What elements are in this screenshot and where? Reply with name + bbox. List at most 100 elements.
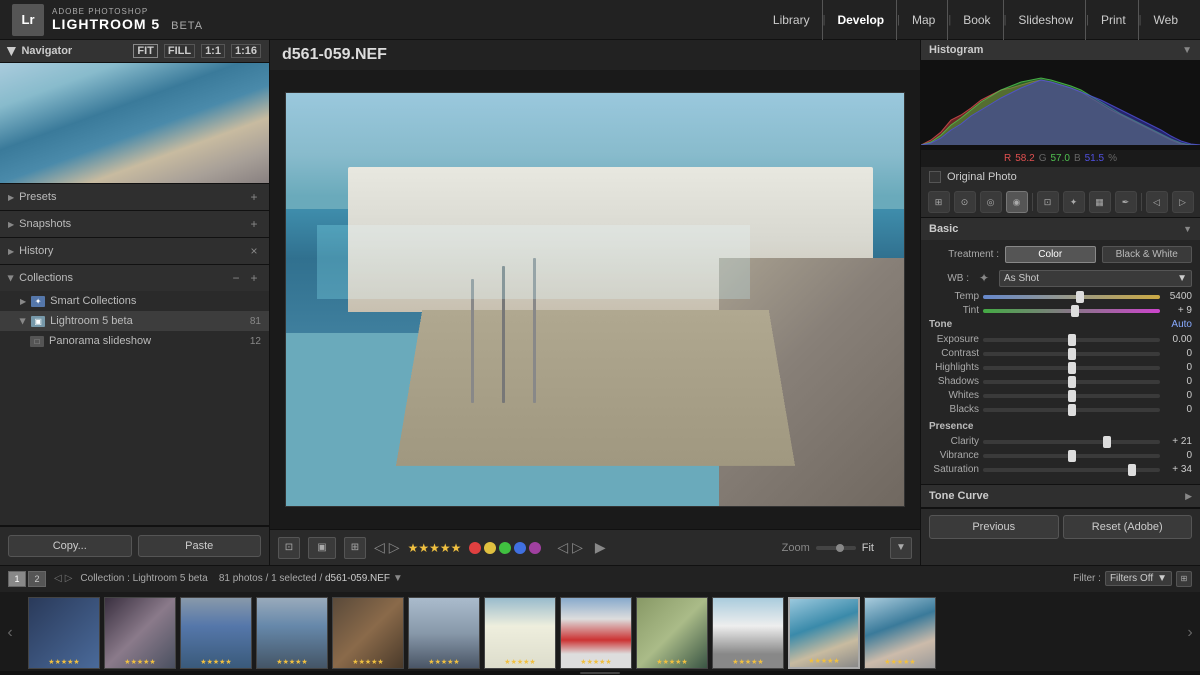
film-thumb-2[interactable]: ★★★★★ bbox=[104, 597, 176, 669]
grid-tool-btn[interactable]: ⊞ bbox=[928, 191, 950, 213]
temp-slider[interactable] bbox=[983, 295, 1160, 299]
page-2-btn[interactable]: 2 bbox=[28, 571, 46, 587]
heal-btn[interactable]: ✦ bbox=[1063, 191, 1085, 213]
tint-slider[interactable] bbox=[983, 309, 1160, 313]
filter-expand-btn[interactable]: ⊞ bbox=[1176, 571, 1192, 587]
view-mode-btn[interactable]: ▣ bbox=[308, 537, 336, 559]
history-close-btn[interactable]: × bbox=[247, 244, 261, 258]
zoom-handle[interactable] bbox=[836, 544, 844, 552]
nav-1-16-btn[interactable]: 1:16 bbox=[231, 44, 261, 58]
snapshots-add-btn[interactable]: + bbox=[247, 217, 261, 231]
develop-btn[interactable]: ◉ bbox=[1006, 191, 1028, 213]
loupe-tool-btn[interactable]: ⊙ bbox=[954, 191, 976, 213]
saturation-slider[interactable] bbox=[983, 468, 1160, 472]
nav-map[interactable]: Map bbox=[900, 0, 948, 40]
play-slideshow-btn[interactable]: ▶ bbox=[595, 539, 606, 556]
crop-tool-btn[interactable]: ⊡ bbox=[278, 537, 300, 559]
filmstrip-nav-next[interactable]: ▷ bbox=[65, 573, 73, 584]
film-thumb-10[interactable]: ★★★★★ bbox=[712, 597, 784, 669]
nav-library[interactable]: Library bbox=[761, 0, 823, 40]
histogram-expand-icon[interactable]: ▼ bbox=[1182, 45, 1192, 56]
highlights-handle[interactable] bbox=[1068, 362, 1076, 374]
copy-button[interactable]: Copy... bbox=[8, 535, 132, 557]
temp-handle[interactable] bbox=[1076, 291, 1084, 303]
whites-handle[interactable] bbox=[1068, 390, 1076, 402]
nav-fill-btn[interactable]: FILL bbox=[164, 44, 195, 58]
film-thumb-4[interactable]: ★★★★★ bbox=[256, 597, 328, 669]
collections-header[interactable]: ▶ Collections − + bbox=[0, 265, 269, 291]
color-label-green[interactable] bbox=[499, 542, 511, 554]
film-thumb-1[interactable]: ★★★★★ bbox=[28, 597, 100, 669]
filter-select[interactable]: Filters Off ▼ bbox=[1105, 571, 1172, 586]
red-eye-btn[interactable]: ◎ bbox=[980, 191, 1002, 213]
original-photo-checkbox[interactable] bbox=[929, 171, 941, 183]
exposure-slider[interactable] bbox=[983, 338, 1160, 342]
history-header[interactable]: ▶ History × bbox=[0, 238, 269, 264]
collection-item-smart[interactable]: ▶ ✦ Smart Collections bbox=[0, 291, 269, 311]
film-thumb-7[interactable]: ★★★★★ bbox=[484, 597, 556, 669]
nav-develop[interactable]: Develop bbox=[825, 0, 897, 40]
film-thumb-11[interactable]: ★★★★★ bbox=[788, 597, 860, 669]
tone-auto-btn[interactable]: Auto bbox=[1171, 319, 1192, 330]
whites-slider[interactable] bbox=[983, 394, 1160, 398]
wb-select[interactable]: As Shot ▼ bbox=[999, 270, 1192, 287]
collections-add-btn[interactable]: + bbox=[247, 271, 261, 285]
nav-web[interactable]: Web bbox=[1142, 0, 1190, 40]
brush-btn[interactable]: ✒ bbox=[1115, 191, 1137, 213]
crop-btn[interactable]: ⊡ bbox=[1037, 191, 1059, 213]
filmstrip-resize-handle[interactable] bbox=[0, 671, 1200, 675]
snapshots-header[interactable]: ▶ Snapshots + bbox=[0, 211, 269, 237]
shadows-slider[interactable] bbox=[983, 380, 1160, 384]
clarity-slider[interactable] bbox=[983, 440, 1160, 444]
film-thumb-5[interactable]: ★★★★★ bbox=[332, 597, 404, 669]
prev-preset-btn[interactable]: ◁ bbox=[1146, 191, 1168, 213]
page-1-btn[interactable]: 1 bbox=[8, 571, 26, 587]
reset-button[interactable]: Reset (Adobe) bbox=[1063, 515, 1193, 539]
presets-header[interactable]: ▶ Presets + bbox=[0, 184, 269, 210]
saturation-handle[interactable] bbox=[1128, 464, 1136, 476]
gradient-btn[interactable]: ▦ bbox=[1089, 191, 1111, 213]
highlights-slider[interactable] bbox=[983, 366, 1160, 370]
clarity-handle[interactable] bbox=[1103, 436, 1111, 448]
star-rating[interactable]: ★★★★★ bbox=[408, 541, 462, 555]
main-image-area[interactable] bbox=[270, 70, 920, 529]
presets-add-btn[interactable]: + bbox=[247, 190, 261, 204]
bw-treatment-btn[interactable]: Black & White bbox=[1102, 246, 1193, 263]
filmstrip-scroll-right[interactable]: › bbox=[1180, 592, 1200, 675]
basic-section-header[interactable]: Basic ▼ bbox=[921, 218, 1200, 240]
filmstrip-nav-prev[interactable]: ◁ bbox=[54, 573, 62, 584]
exposure-handle[interactable] bbox=[1068, 334, 1076, 346]
nav-book[interactable]: Book bbox=[951, 0, 1003, 40]
nav-slideshow[interactable]: Slideshow bbox=[1006, 0, 1086, 40]
nav-fit-btn[interactable]: FIT bbox=[133, 44, 158, 58]
blacks-handle[interactable] bbox=[1068, 404, 1076, 416]
view-toggle-btn[interactable]: ⊞ bbox=[344, 537, 366, 559]
nav-1-1-btn[interactable]: 1:1 bbox=[201, 44, 225, 58]
wb-eyedropper-btn[interactable]: ✦ bbox=[975, 269, 993, 287]
film-thumb-3[interactable]: ★★★★★ bbox=[180, 597, 252, 669]
navigator-header[interactable]: ▶ Navigator FIT FILL 1:1 1:16 bbox=[0, 40, 269, 63]
nav-print[interactable]: Print bbox=[1089, 0, 1139, 40]
contrast-handle[interactable] bbox=[1068, 348, 1076, 360]
color-label-red[interactable] bbox=[469, 542, 481, 554]
collection-item-lr5[interactable]: ▶ ▣ Lightroom 5 beta 81 bbox=[0, 311, 269, 331]
film-thumb-8[interactable]: ★★★★★ bbox=[560, 597, 632, 669]
color-label-yellow[interactable] bbox=[484, 542, 496, 554]
paste-button[interactable]: Paste bbox=[138, 535, 262, 557]
shadows-handle[interactable] bbox=[1068, 376, 1076, 388]
filmstrip-prev-btn[interactable]: ◁ bbox=[557, 539, 568, 556]
tint-handle[interactable] bbox=[1071, 305, 1079, 317]
blacks-slider[interactable] bbox=[983, 408, 1160, 412]
vibrance-handle[interactable] bbox=[1068, 450, 1076, 462]
zoom-slider[interactable] bbox=[816, 546, 856, 550]
tone-curve-header[interactable]: Tone Curve ▶ bbox=[921, 485, 1200, 507]
filename-dropdown[interactable]: ▼ bbox=[393, 573, 403, 584]
contrast-slider[interactable] bbox=[983, 352, 1160, 356]
next-image-btn[interactable]: ▷ bbox=[389, 539, 400, 556]
color-label-blue[interactable] bbox=[514, 542, 526, 554]
film-thumb-12[interactable]: ★★★★★ bbox=[864, 597, 936, 669]
prev-image-btn[interactable]: ◁ bbox=[374, 539, 385, 556]
zoom-dropdown-btn[interactable]: ▼ bbox=[890, 537, 912, 559]
next-preset-btn[interactable]: ▷ bbox=[1172, 191, 1194, 213]
previous-button[interactable]: Previous bbox=[929, 515, 1059, 539]
